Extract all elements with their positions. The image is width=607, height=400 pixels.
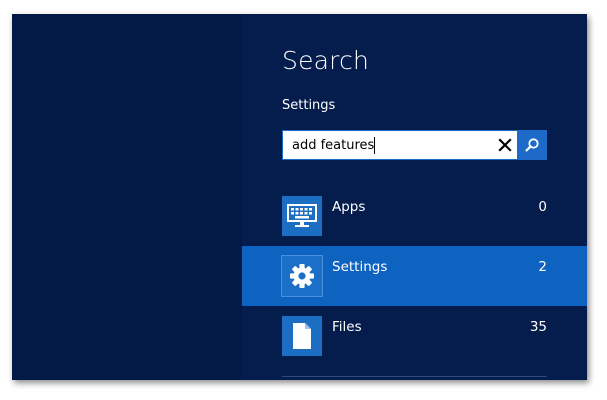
document-icon xyxy=(293,323,311,349)
charm-title: Search xyxy=(282,46,370,75)
search-scope-label: Settings xyxy=(282,98,336,113)
result-label: Files xyxy=(332,319,362,335)
result-label: Settings xyxy=(332,259,388,275)
files-tile xyxy=(282,316,322,356)
result-settings[interactable]: Settings 2 xyxy=(242,246,587,306)
start-background xyxy=(12,14,242,380)
screen: Search Settings add features Apps 0 Sett… xyxy=(12,14,587,380)
result-count: 2 xyxy=(538,259,547,275)
search-input[interactable] xyxy=(283,131,493,159)
search-box xyxy=(282,130,547,160)
apps-tile xyxy=(282,196,322,236)
result-apps[interactable]: Apps 0 xyxy=(242,186,587,246)
settings-tile xyxy=(281,255,323,297)
gear-icon xyxy=(290,264,314,288)
result-files[interactable]: Files 35 xyxy=(242,306,587,366)
result-label: Apps xyxy=(332,199,366,215)
close-icon xyxy=(498,138,512,152)
search-icon xyxy=(524,138,539,152)
result-count: 0 xyxy=(538,199,547,215)
keyboard-icon xyxy=(287,204,317,227)
result-count: 35 xyxy=(529,319,547,335)
text-caret xyxy=(374,137,375,154)
divider xyxy=(282,376,547,377)
clear-search-button[interactable] xyxy=(494,131,516,159)
search-button[interactable] xyxy=(517,131,546,159)
search-charm-pane: Search Settings add features Apps 0 Sett… xyxy=(242,14,587,380)
